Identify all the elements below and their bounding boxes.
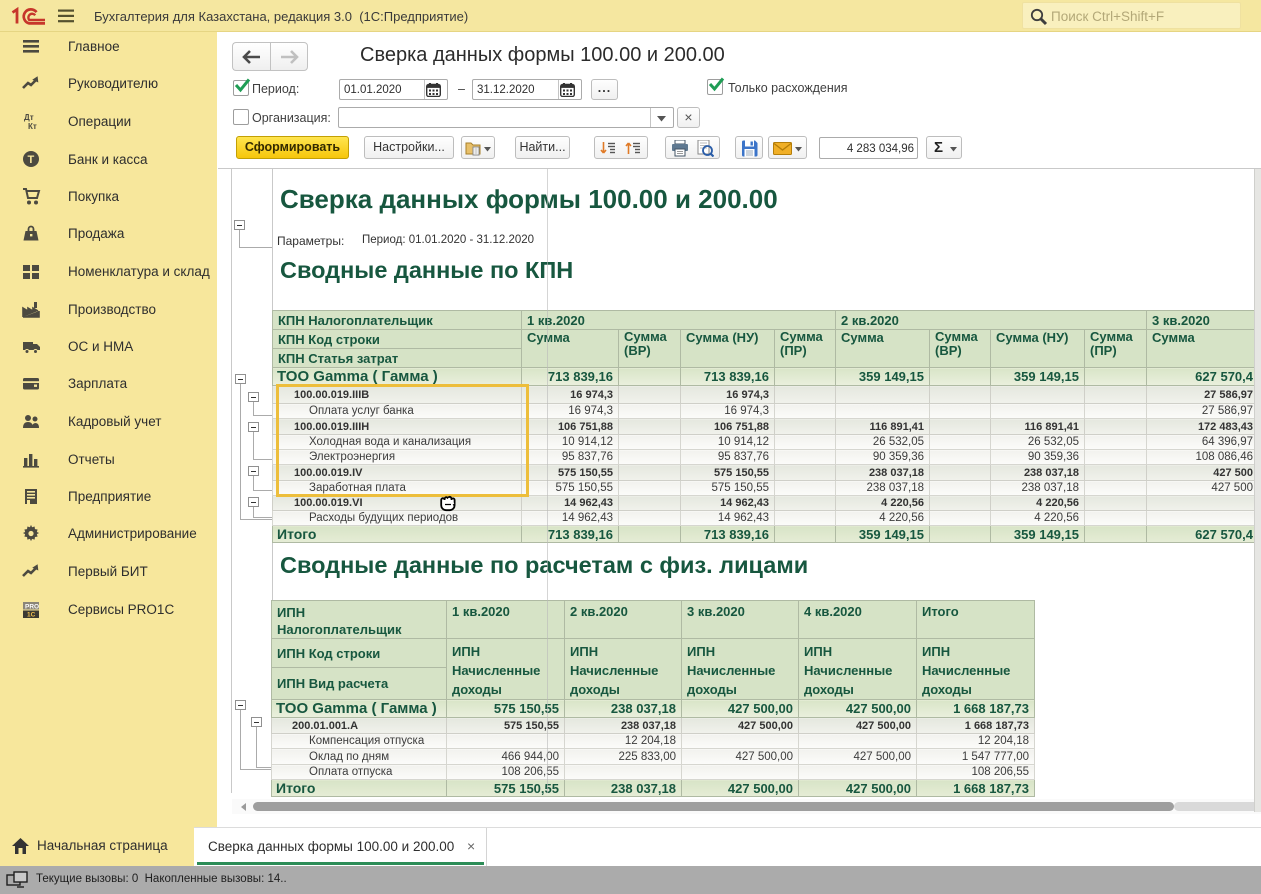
- svg-text:1С: 1С: [27, 612, 36, 619]
- svg-text:Дт: Дт: [24, 113, 34, 122]
- svg-text:Кт: Кт: [28, 122, 37, 131]
- svg-text:Т: Т: [28, 154, 35, 166]
- svg-text:PRO: PRO: [25, 604, 39, 611]
